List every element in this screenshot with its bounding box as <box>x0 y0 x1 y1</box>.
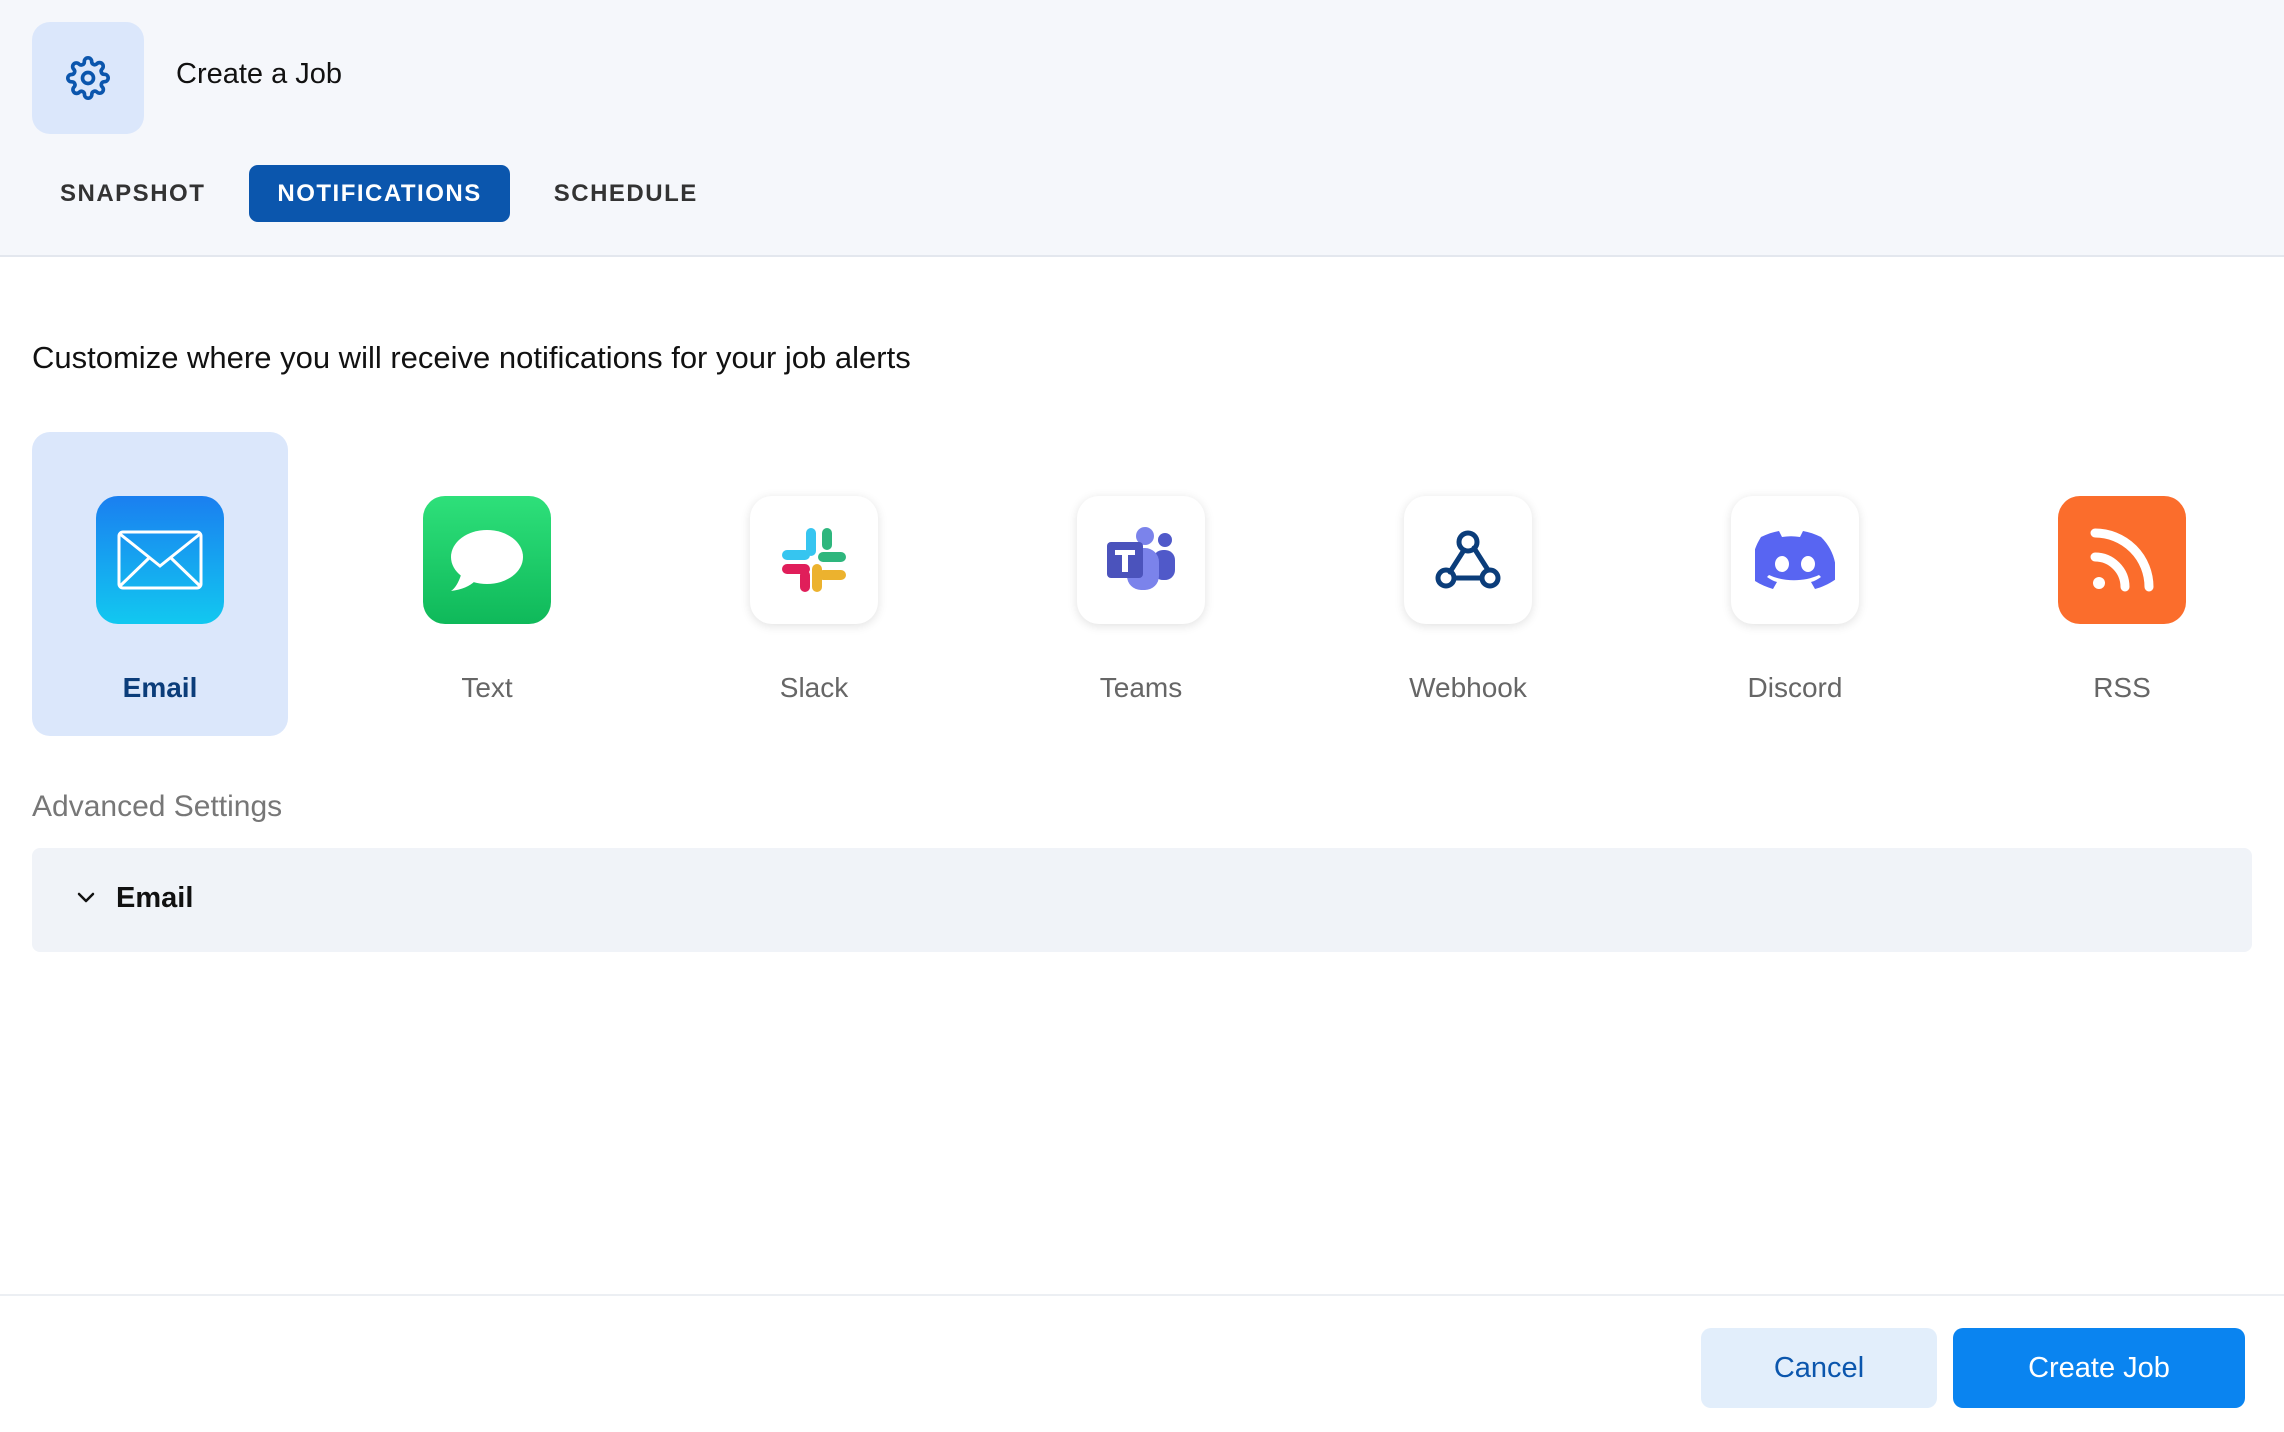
channel-slack[interactable]: Slack <box>686 432 942 736</box>
gear-icon <box>66 56 110 100</box>
tab-schedule[interactable]: SCHEDULE <box>526 165 726 222</box>
header: Create a Job SNAPSHOT NOTIFICATIONS SCHE… <box>0 0 2284 257</box>
rss-icon <box>2058 496 2186 624</box>
discord-icon <box>1731 496 1859 624</box>
message-bubble-icon <box>423 496 551 624</box>
tab-notifications[interactable]: NOTIFICATIONS <box>249 165 510 222</box>
channel-label: Text <box>461 672 513 703</box>
channel-teams[interactable]: Teams <box>1013 432 1269 736</box>
channel-list: Email Text Slack Teams Webhook Discord R… <box>32 432 2252 736</box>
channel-label: Discord <box>1747 672 1843 703</box>
cancel-button[interactable]: Cancel <box>1701 1328 1937 1408</box>
channel-label: Email <box>122 672 198 703</box>
tab-snapshot[interactable]: SNAPSHOT <box>32 165 233 222</box>
page-title: Create a Job <box>176 58 343 90</box>
accordion-title: Email <box>116 882 194 914</box>
channel-discord[interactable]: Discord <box>1667 432 1923 736</box>
slack-icon <box>750 496 878 624</box>
channel-label: Slack <box>779 672 849 703</box>
section-heading: Customize where you will receive notific… <box>32 340 911 375</box>
email-icon <box>96 496 224 624</box>
advanced-email-accordion[interactable]: Email <box>32 848 2252 952</box>
webhook-icon <box>1404 496 1532 624</box>
channel-label: RSS <box>2093 672 2151 703</box>
channel-email[interactable]: Email <box>32 432 288 736</box>
chevron-down-icon <box>77 892 95 903</box>
teams-icon <box>1077 496 1205 624</box>
advanced-settings-label: Advanced Settings <box>32 790 283 823</box>
footer-divider <box>0 1294 2284 1296</box>
app-icon <box>32 22 144 134</box>
create-job-button[interactable]: Create Job <box>1953 1328 2245 1408</box>
tab-bar: SNAPSHOT NOTIFICATIONS SCHEDULE <box>32 165 726 222</box>
channel-rss[interactable]: RSS <box>1994 432 2250 736</box>
channel-label: Teams <box>1099 672 1183 703</box>
channel-text[interactable]: Text <box>359 432 615 736</box>
channel-webhook[interactable]: Webhook <box>1340 432 1596 736</box>
channel-label: Webhook <box>1409 672 1527 703</box>
